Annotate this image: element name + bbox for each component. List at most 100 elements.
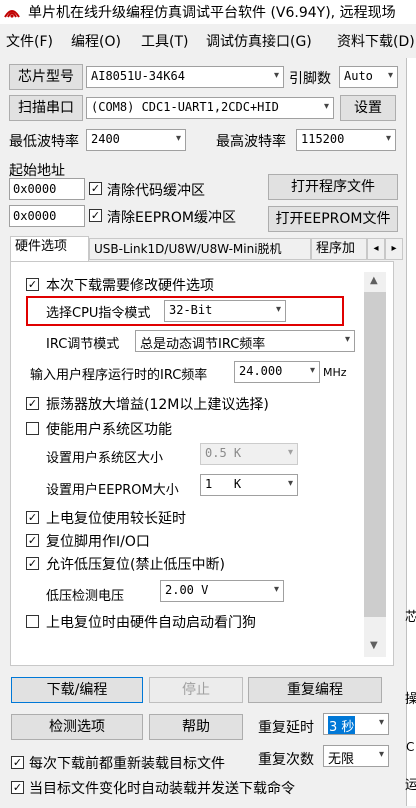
modify-options-label: 本次下载需要修改硬件选项 [46, 278, 214, 294]
frequency-unit: MHz [323, 366, 347, 379]
reload-label: 每次下载前都重新装载目标文件 [29, 756, 225, 772]
max-baud-select[interactable]: 115200 ▾ [296, 129, 396, 151]
min-baud-select[interactable]: 2400 ▾ [86, 129, 186, 151]
reset-io-label: 复位脚用作I/O口 [46, 534, 150, 550]
system-area-size-value: 0.5 K [205, 446, 242, 460]
chip-model-button[interactable]: 芯片型号 [9, 64, 83, 90]
chip-model-select[interactable]: AI8051U-34K64 ▾ [86, 66, 284, 88]
tab-usb-link[interactable]: USB-Link1D/U8W/U8W-Mini脱机 [89, 238, 311, 260]
scan-port-button[interactable]: 扫描串口 [9, 95, 83, 121]
menu-download[interactable]: 资料下载(D) [337, 31, 415, 51]
low-voltage-reset-label: 允许低压复位(禁止低压中断) [46, 557, 225, 573]
menu-program[interactable]: 编程(O) [71, 31, 121, 51]
eeprom-size-select[interactable]: 1 K ▾ [200, 474, 298, 496]
tab-program[interactable]: 程序加 [311, 238, 367, 260]
chevron-down-icon: ▾ [323, 101, 329, 112]
repeat-count-select[interactable]: 无限 ▾ [323, 745, 389, 767]
irc-mode-value: 总是动态调节IRC频率 [140, 337, 266, 352]
long-delay-label: 上电复位使用较长延时 [46, 511, 186, 527]
code-address-input[interactable]: 0x0000 [9, 178, 85, 200]
low-voltage-select[interactable]: 2.00 V ▾ [160, 580, 284, 602]
chevron-down-icon: ▾ [387, 70, 393, 81]
cpu-mode-label: 选择CPU指令模式 [46, 306, 151, 321]
min-baud-value: 2400 [91, 132, 120, 146]
max-baud-value: 115200 [301, 132, 345, 146]
irc-frequency-value: 24.000 [239, 364, 283, 378]
system-area-checkbox[interactable] [26, 422, 39, 435]
osc-gain-label: 振荡器放大增益(12M以上建议选择) [46, 397, 269, 413]
reset-io-checkbox[interactable]: ✓ [26, 534, 39, 547]
system-area-label: 使能用户系统区功能 [46, 422, 172, 438]
menu-tools[interactable]: 工具(T) [141, 31, 188, 51]
low-voltage-reset-checkbox[interactable]: ✓ [26, 557, 39, 570]
pins-value: Auto [344, 69, 373, 83]
chevron-down-icon: ▾ [385, 133, 391, 144]
window-title: 单片机在线升级编程仿真调试平台软件 (V6.94Y), 远程现场 [28, 5, 396, 21]
settings-button[interactable]: 设置 [340, 95, 396, 121]
scrollbar-thumb[interactable] [364, 292, 386, 617]
clear-eeprom-checkbox[interactable]: ✓ [89, 209, 102, 222]
repeat-count-label: 重复次数 [258, 752, 314, 768]
scroll-down-icon[interactable]: ▼ [370, 640, 378, 651]
irc-mode-select[interactable]: 总是动态调节IRC频率 ▾ [135, 330, 355, 352]
auto-send-label: 当目标文件变化时自动装载并发送下载命令 [29, 781, 295, 797]
right-edge-text-2: 操 [405, 692, 416, 707]
irc-mode-label: IRC调节模式 [46, 337, 120, 352]
right-edge-text-1: 芯 [405, 610, 416, 625]
app-logo-icon [4, 10, 20, 18]
chevron-down-icon: ▾ [275, 304, 281, 315]
download-program-button[interactable]: 下载/编程 [11, 677, 143, 703]
chip-model-value: AI8051U-34K64 [91, 69, 185, 83]
modify-options-checkbox[interactable]: ✓ [26, 278, 39, 291]
long-delay-checkbox[interactable]: ✓ [26, 511, 39, 524]
low-voltage-label: 低压检测电压 [46, 589, 125, 604]
menu-bar: 文件(F) 编程(O) 工具(T) 调试仿真接口(G) 资料下载(D) [0, 26, 416, 52]
port-value: (COM8) CDC1-UART1,2CDC+HID [91, 100, 279, 114]
watchdog-label: 上电复位时由硬件自动启动看门狗 [46, 615, 256, 631]
right-edge-text-3: C [406, 740, 415, 754]
start-address-label: 起始地址 [9, 163, 65, 179]
clear-code-checkbox[interactable]: ✓ [89, 182, 102, 195]
help-button[interactable]: 帮助 [149, 714, 243, 740]
open-eeprom-file-button[interactable]: 打开EEPROM文件 [268, 206, 398, 232]
auto-send-checkbox[interactable]: ✓ [11, 781, 24, 794]
chevron-down-icon: ▾ [344, 334, 350, 345]
pins-select[interactable]: Auto ▾ [339, 66, 398, 88]
open-program-file-button[interactable]: 打开程序文件 [268, 174, 398, 200]
menu-file[interactable]: 文件(F) [6, 31, 53, 51]
tab-scroll-right-icon[interactable]: ▸ [385, 238, 403, 260]
port-select[interactable]: (COM8) CDC1-UART1,2CDC+HID ▾ [86, 97, 334, 119]
tab-strip: 硬件选项 USB-Link1D/U8W/U8W-Mini脱机 程序加 ◂ ▸ [10, 236, 405, 262]
pins-label: 引脚数 [289, 71, 331, 87]
repeat-program-button[interactable]: 重复编程 [248, 677, 382, 703]
repeat-count-value: 无限 [328, 752, 355, 767]
tab-hardware-options[interactable]: 硬件选项 [10, 236, 89, 262]
system-area-size-label: 设置用户系统区大小 [46, 451, 164, 466]
clear-code-label: 清除代码缓冲区 [107, 183, 205, 199]
osc-gain-checkbox[interactable]: ✓ [26, 397, 39, 410]
chevron-down-icon: ▾ [378, 717, 384, 728]
irc-frequency-select[interactable]: 24.000 ▾ [234, 361, 320, 383]
stop-button[interactable]: 停止 [149, 677, 243, 703]
repeat-delay-label: 重复延时 [258, 720, 314, 736]
chevron-down-icon: ▾ [309, 365, 315, 376]
chevron-down-icon: ▾ [273, 70, 279, 81]
repeat-delay-value: 3 秒 [328, 716, 356, 734]
min-baud-label: 最低波特率 [9, 134, 79, 150]
tab-scroll-left-icon[interactable]: ◂ [367, 238, 385, 260]
reload-checkbox[interactable]: ✓ [11, 756, 24, 769]
chevron-down-icon: ▾ [287, 447, 293, 458]
cpu-mode-value: 32-Bit [169, 303, 213, 317]
low-voltage-value: 2.00 V [165, 583, 209, 597]
check-options-button[interactable]: 检测选项 [11, 714, 143, 740]
menu-debug[interactable]: 调试仿真接口(G) [206, 31, 312, 51]
repeat-delay-select[interactable]: 3 秒 ▾ [323, 713, 389, 735]
title-bar: 单片机在线升级编程仿真调试平台软件 (V6.94Y), 远程现场 [0, 0, 416, 24]
cpu-mode-select[interactable]: 32-Bit ▾ [164, 300, 286, 322]
watchdog-checkbox[interactable] [26, 615, 39, 628]
scroll-up-icon[interactable]: ▲ [370, 275, 378, 286]
eeprom-address-input[interactable]: 0x0000 [9, 205, 85, 227]
eeprom-size-value: 1 K [205, 477, 242, 491]
chevron-down-icon: ▾ [273, 584, 279, 595]
system-area-size-select[interactable]: 0.5 K ▾ [200, 443, 298, 465]
